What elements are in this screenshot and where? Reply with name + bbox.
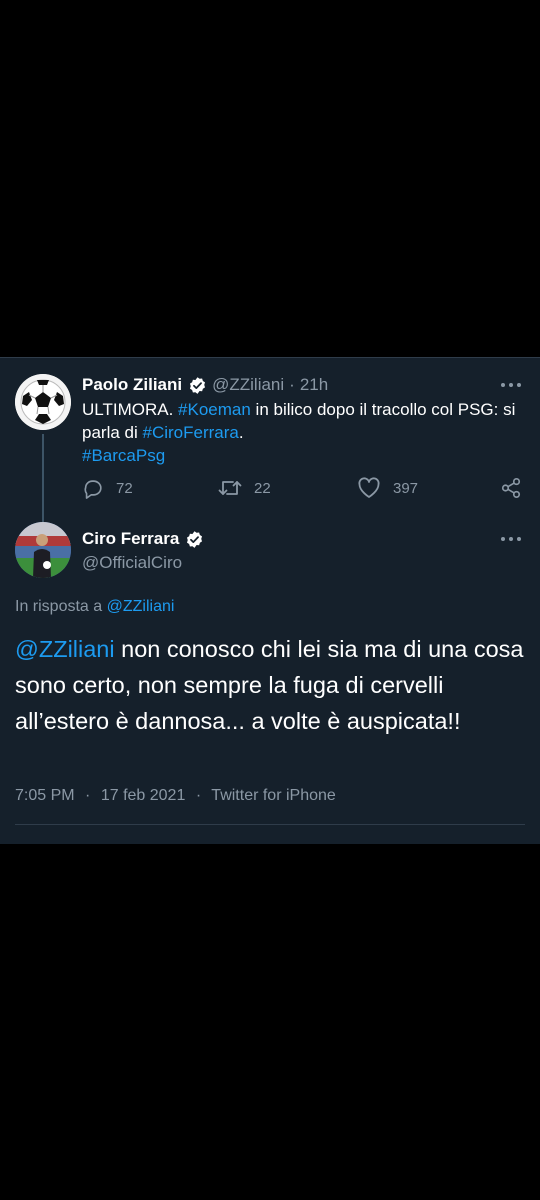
tweet-source[interactable]: Twitter for iPhone [211, 787, 336, 804]
quoted-tweet-text: ULTIMORA. #Koeman in bilico dopo il trac… [82, 398, 522, 467]
divider [15, 824, 525, 825]
hashtag-ciroferrara[interactable]: #CiroFerrara [142, 423, 238, 442]
separator-dot: · [289, 375, 295, 394]
avatar-ciro-ferrara[interactable] [15, 522, 71, 578]
main-tweet-text: @ZZiliani non conosco chi lei sia ma di … [15, 631, 530, 739]
mention-link[interactable]: @ZZiliani [15, 636, 115, 662]
quoted-tweet-header: Paolo Ziliani @ZZiliani · 21h [82, 375, 328, 395]
author-handle[interactable]: @OfficialCiro [82, 553, 182, 573]
reply-icon [84, 480, 102, 499]
like-action[interactable]: 397 [357, 477, 418, 499]
author-name[interactable]: Ciro Ferrara [82, 529, 179, 549]
reply-prefix: In risposta a [15, 598, 107, 615]
replying-to-line: In risposta a @ZZiliani [15, 598, 174, 616]
soccer-ball-icon [15, 374, 71, 430]
reply-action[interactable]: 72 [82, 477, 133, 499]
tweet-text-segment: ULTIMORA. [82, 400, 179, 419]
separator-dot: · [195, 787, 202, 804]
author-handle[interactable]: @ZZiliani [212, 375, 284, 395]
tweet-meta: 7:05 PM · 17 feb 2021 · Twitter for iPho… [15, 787, 336, 805]
share-icon [501, 478, 521, 498]
tweet-action-bar: 72 22 397 [82, 477, 530, 501]
like-count: 397 [393, 479, 419, 497]
reply-count: 72 [116, 479, 133, 497]
more-horizontal-icon[interactable] [500, 535, 522, 543]
retweet-icon [218, 481, 242, 495]
screenshot-page: Paolo Ziliani @ZZiliani · 21h ULTIMORA. … [0, 0, 540, 1200]
verified-badge-icon [190, 376, 206, 394]
tweet-date[interactable]: 17 feb 2021 [101, 787, 186, 804]
heart-icon [358, 477, 380, 498]
verified-badge-icon [187, 530, 203, 548]
reply-target-link[interactable]: @ZZiliani [107, 598, 175, 615]
retweet-action[interactable]: 22 [218, 477, 271, 499]
share-action[interactable] [500, 477, 534, 499]
hashtag-barcapsg[interactable]: #BarcaPsg [82, 446, 165, 465]
retweet-count: 22 [254, 479, 271, 497]
thread-connector-line [42, 434, 44, 522]
profile-photo-image [15, 522, 71, 578]
tweet-time[interactable]: 21h [300, 375, 328, 395]
main-tweet-header: Ciro Ferrara [82, 529, 209, 549]
author-name[interactable]: Paolo Ziliani [82, 375, 182, 395]
more-horizontal-icon[interactable] [500, 381, 522, 389]
tweet-text-segment: . [238, 423, 244, 442]
avatar-paolo-ziliani[interactable] [15, 374, 71, 430]
tweet-time[interactable]: 7:05 PM [15, 787, 75, 804]
hashtag-koeman[interactable]: #Koeman [178, 400, 251, 419]
tweet-thread-card: Paolo Ziliani @ZZiliani · 21h ULTIMORA. … [0, 357, 540, 844]
separator-dot: · [85, 787, 91, 804]
